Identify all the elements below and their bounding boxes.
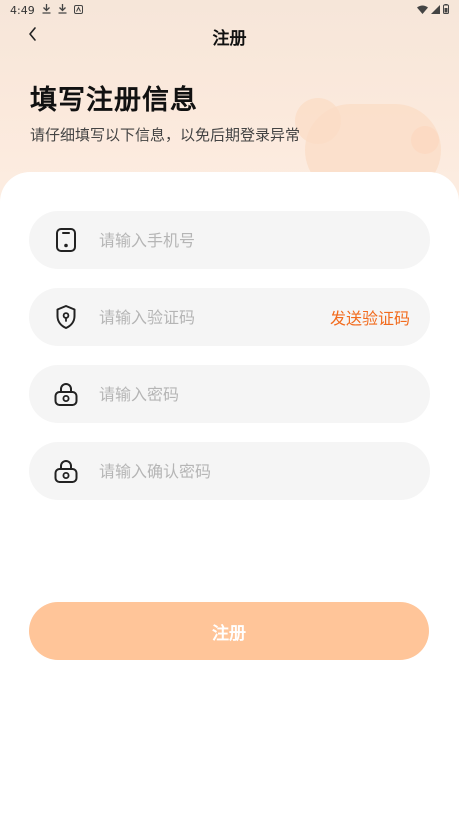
decor-shape bbox=[411, 126, 439, 154]
form-heading: 填写注册信息 bbox=[30, 85, 198, 116]
code-input[interactable] bbox=[99, 307, 330, 327]
download-icon bbox=[58, 3, 67, 17]
code-field[interactable]: 发送验证码 bbox=[29, 288, 430, 346]
wifi-icon bbox=[417, 4, 428, 17]
back-chevron-icon bbox=[27, 26, 37, 46]
lock-icon bbox=[53, 381, 79, 407]
password-input[interactable] bbox=[99, 384, 410, 404]
status-time: 4:49 bbox=[10, 3, 35, 17]
lock-icon bbox=[53, 458, 79, 484]
password-field[interactable] bbox=[29, 365, 430, 423]
register-button[interactable]: 注册 bbox=[29, 602, 429, 660]
confirm-password-input[interactable] bbox=[99, 461, 410, 481]
status-bar: 4:49 bbox=[0, 0, 459, 20]
back-button[interactable] bbox=[20, 24, 44, 48]
decor-shape bbox=[295, 98, 341, 144]
send-code-button[interactable]: 发送验证码 bbox=[330, 305, 410, 329]
download-icon bbox=[42, 3, 51, 17]
phone-input[interactable] bbox=[99, 230, 410, 250]
phone-icon bbox=[53, 227, 79, 253]
shield-icon bbox=[53, 304, 79, 330]
page-title: 注册 bbox=[212, 28, 247, 49]
nav-bar: 注册 bbox=[0, 20, 459, 52]
confirm-password-field[interactable] bbox=[29, 442, 430, 500]
notification-icon bbox=[73, 4, 83, 17]
signal-icon bbox=[431, 4, 440, 17]
form-subheading: 请仔细填写以下信息，以免后期登录异常 bbox=[30, 126, 301, 144]
battery-icon bbox=[443, 3, 449, 17]
phone-field[interactable] bbox=[29, 211, 430, 269]
